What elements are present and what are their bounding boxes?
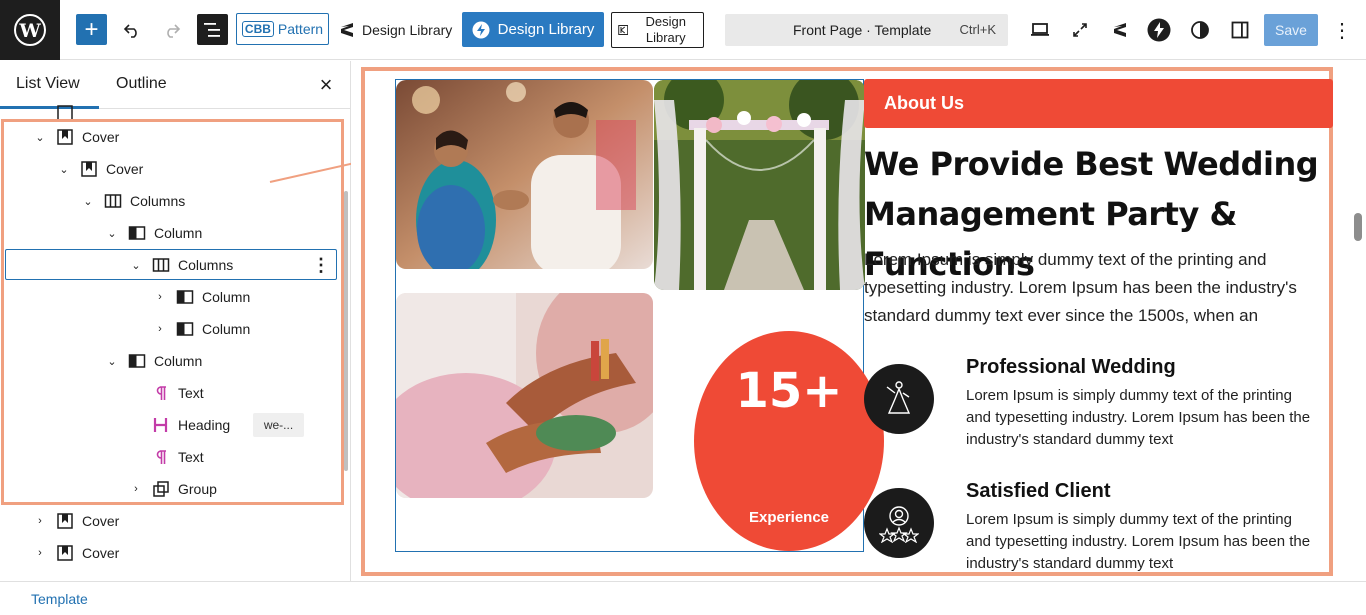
sidebar-scrollbar[interactable]: [344, 191, 348, 471]
experience-label: Experience: [748, 509, 830, 526]
pattern-label: Pattern: [277, 21, 324, 37]
experience-badge: 15+ Experience: [694, 331, 884, 551]
list-item[interactable]: › Cover: [32, 537, 119, 569]
columns-block-selected[interactable]: 15+ Experience: [395, 79, 884, 552]
design-library-button-blue[interactable]: Design Library: [462, 12, 604, 47]
fullscreen-icon[interactable]: [1068, 18, 1092, 42]
desktop-preview-icon[interactable]: [1028, 18, 1052, 42]
list-item[interactable]: › Cover: [32, 505, 119, 537]
chevron-right-icon[interactable]: ›: [32, 513, 48, 529]
command-palette[interactable]: Front Page · Template Ctrl+K: [725, 14, 1008, 46]
section-paragraph[interactable]: Lorem Ipsum is simply dummy text of the …: [864, 246, 1329, 330]
panel-tabs: List View Outline ×: [0, 61, 350, 109]
editor-header: W + CBB Pattern Design Library Design Li…: [0, 0, 1366, 60]
design-library-button-outline[interactable]: Design Library: [611, 12, 704, 48]
tab-list-view[interactable]: List View: [16, 75, 80, 93]
command-shortcut: Ctrl+K: [959, 22, 996, 37]
editor-canvas: 15+ Experience About Us We Provide Best …: [351, 61, 1366, 581]
stackable-icon: [341, 22, 353, 37]
redo-icon[interactable]: [160, 18, 184, 42]
cover-icon: [56, 544, 74, 562]
feature-title: Satisfied Client: [966, 480, 1111, 502]
pattern-button[interactable]: CBB Pattern: [236, 13, 329, 45]
tab-outline[interactable]: Outline: [116, 75, 167, 93]
svg-text:W: W: [18, 20, 41, 42]
stackable-settings-icon[interactable]: [1108, 18, 1132, 42]
wordpress-logo-icon[interactable]: W: [0, 0, 60, 60]
document-overview-button[interactable]: [197, 14, 228, 45]
dancer-icon: [864, 364, 934, 434]
options-menu-icon[interactable]: ⋮: [1332, 18, 1352, 42]
bolt-icon: [472, 21, 490, 38]
chevron-right-icon[interactable]: ›: [32, 545, 48, 561]
save-button[interactable]: Save: [1264, 14, 1318, 46]
list-view-panel: List View Outline × ⌄ Cover ⌄ Cover ⌄ Co…: [0, 61, 351, 581]
feature-text: Lorem Ipsum is simply dummy text of the …: [966, 387, 1311, 448]
bolt-settings-icon[interactable]: [1147, 18, 1171, 42]
about-us-label[interactable]: About Us: [864, 79, 1333, 128]
client-rating-icon: [864, 488, 934, 558]
settings-sidebar-icon[interactable]: [1228, 18, 1252, 42]
breadcrumb-template[interactable]: Template: [31, 591, 88, 607]
list-item-label: Cover: [82, 513, 120, 529]
add-block-button[interactable]: +: [76, 14, 107, 45]
editor-footer: Template: [0, 581, 1366, 615]
cover-block-highlight: 15+ Experience About Us We Provide Best …: [361, 67, 1333, 576]
kadence-icon: [618, 25, 629, 35]
couple-photo[interactable]: [396, 80, 653, 269]
wedding-arch-photo[interactable]: [654, 80, 865, 290]
design-library-button-dark[interactable]: Design Library: [338, 14, 452, 45]
list-item-label: Cover: [82, 545, 120, 561]
command-title: Front Page · Template: [793, 22, 932, 38]
cover-icon: [56, 512, 74, 530]
feature-title: Professional Wedding: [966, 356, 1176, 378]
cbb-badge: CBB: [241, 21, 274, 37]
canvas-scrollbar[interactable]: [1354, 213, 1362, 241]
feature-text: Lorem Ipsum is simply dummy text of the …: [966, 511, 1311, 572]
undo-icon[interactable]: [120, 18, 144, 42]
close-icon[interactable]: ×: [316, 72, 336, 97]
experience-number: 15+: [735, 363, 843, 419]
style-contrast-icon[interactable]: [1188, 18, 1212, 42]
mehendi-hands-photo[interactable]: [396, 293, 653, 498]
